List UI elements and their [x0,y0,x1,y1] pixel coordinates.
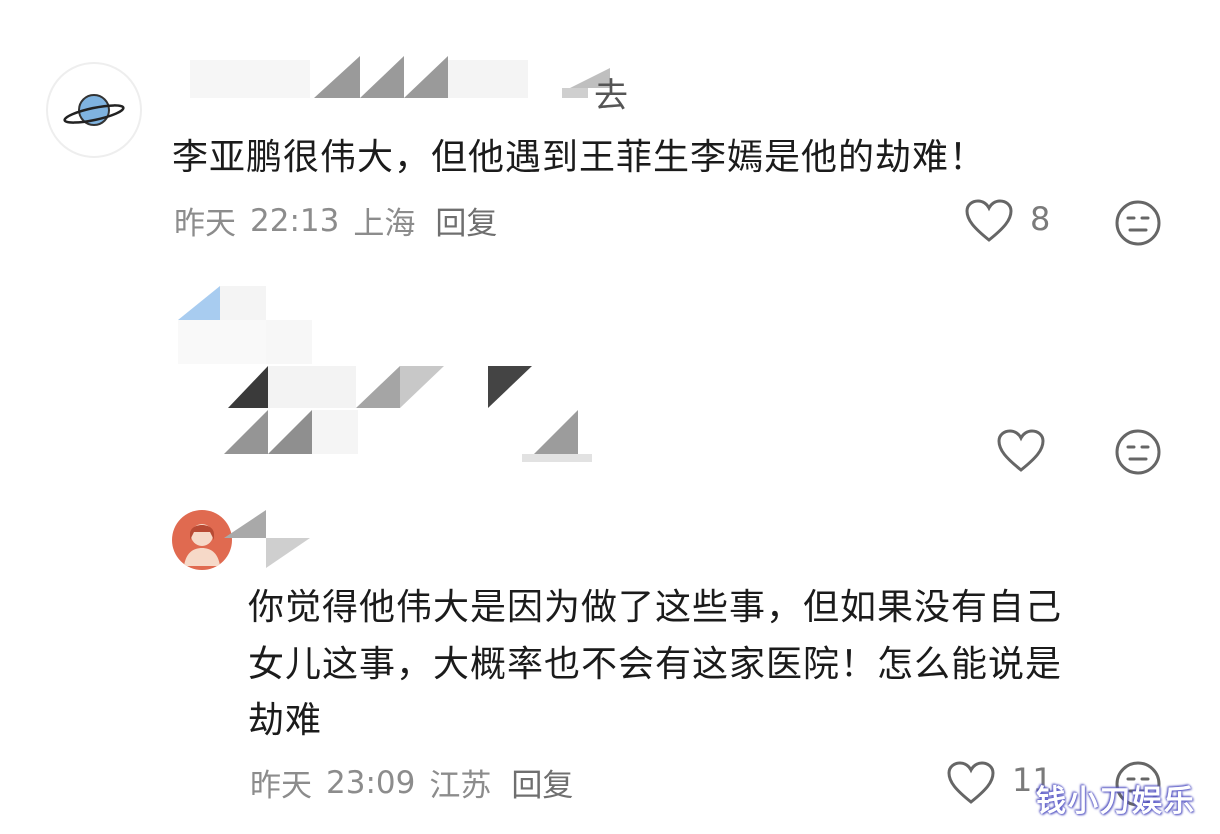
comment-date: 昨天 [250,768,312,804]
comment-text-line: 你觉得他伟大是因为做了这些事，但如果没有自己 [248,587,1063,628]
comment-meta: 昨天 22:13 上海 回复 [174,198,497,243]
username-mosaic[interactable] [190,52,630,104]
comment-location: 上海 [353,206,416,242]
content-mosaic [224,366,592,462]
comment-date: 昨天 [174,206,236,242]
username-mosaic[interactable] [222,508,322,570]
comment-time: 23:09 [326,764,416,801]
avatar-mosaic[interactable] [176,280,316,370]
planet-icon [63,94,125,126]
comment-meta: 昨天 23:09 江苏 回复 [250,760,573,805]
neutral-face-icon[interactable] [1114,428,1162,476]
comment-text: 李亚鹏很伟大，但他遇到王菲生李嫣是他的劫难！ [172,137,987,178]
username-tail: 去 [594,76,628,116]
like-count: 8 [1030,200,1051,238]
reply-button[interactable]: 回复 [435,198,497,243]
avatar[interactable] [46,62,142,158]
watermark: 钱小刀娱乐 [1036,784,1196,819]
reply-button[interactable]: 回复 [511,760,573,805]
comment-location: 江苏 [429,768,492,804]
comment-text-line: 劫难 [248,700,323,741]
comment-time: 22:13 [250,202,340,239]
neutral-face-icon[interactable] [1114,199,1162,247]
heart-outline-icon[interactable] [996,428,1046,474]
comment-text-line: 女儿这事，大概率也不会有这家医院！怎么能说是 [248,644,1063,685]
heart-outline-icon[interactable] [946,760,996,806]
heart-outline-icon[interactable] [964,198,1014,244]
